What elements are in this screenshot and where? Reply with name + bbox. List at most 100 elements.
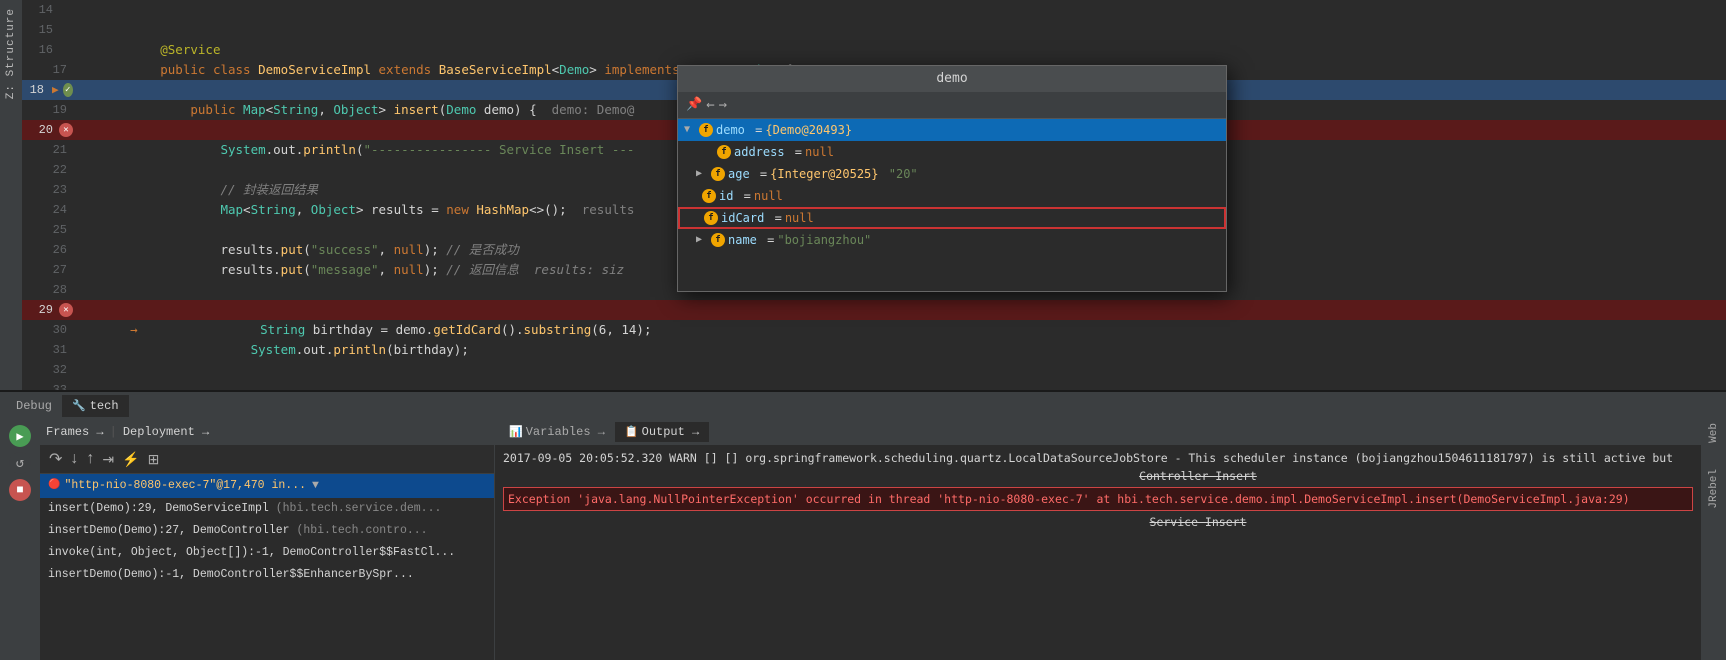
line-31: 31 (22, 340, 77, 360)
web-label[interactable]: Web (1708, 423, 1720, 443)
code-line-32 (77, 360, 1726, 380)
frame-item-active[interactable]: 🔴 "http-nio-8080-exec-7"@17,470 in... ▼ (40, 474, 494, 498)
field-name-address: address (734, 142, 785, 162)
frames-header: Frames → | Deployment → (40, 419, 494, 445)
bottom-tab-bar: Debug 🔧 tech (0, 392, 1726, 419)
expand-arrow-demo[interactable]: ▼ (684, 120, 696, 140)
field-eq-address: = (788, 142, 802, 162)
tooltip-row-demo[interactable]: ▼ f demo = {Demo@20493} (678, 119, 1226, 141)
tooltip-row-name[interactable]: ▶ f name = "bojiangzhou" (678, 229, 1226, 251)
output-service-insert: Service Insert (703, 513, 1693, 531)
step-into-btn[interactable]: ↓ (67, 449, 81, 469)
restore-layout-btn[interactable]: ⊞ (145, 450, 163, 469)
frames-label[interactable]: Frames → (46, 425, 104, 439)
frame-item-2[interactable]: insert(Demo):29, DemoServiceImpl (hbi.te… (40, 498, 494, 520)
frame-item-3[interactable]: insertDemo(Demo):27, DemoController (hbi… (40, 520, 494, 542)
line-27: 27 (22, 260, 77, 280)
variables-tab[interactable]: 📊 Variables → (499, 422, 615, 442)
field-eq-demo: = (748, 120, 762, 140)
tooltip-forward-icon[interactable]: → (719, 95, 727, 115)
tooltip-row-idcard[interactable]: f idCard = null (678, 207, 1226, 229)
line-25: 25 (22, 220, 77, 240)
deployment-label[interactable]: Deployment → (123, 425, 209, 439)
code-line-14 (77, 0, 1726, 20)
line-23: 23 (22, 180, 77, 200)
line-21: 21 (22, 140, 77, 160)
debug-tooltip: demo 📌 ← → ▼ f demo = {Demo@20493} (677, 65, 1227, 292)
line-32: 32 (22, 360, 77, 380)
line-14: 14 (22, 0, 77, 20)
field-str-age: "20" (882, 164, 918, 184)
field-eq-age: = (753, 164, 767, 184)
code-editor: @Service public class DemoServiceImpl ex… (77, 0, 1726, 390)
field-icon-id: f (702, 189, 716, 203)
refresh-btn[interactable]: ↺ (9, 452, 31, 474)
output-warn: 2017-09-05 20:05:52.320 WARN [] [] org.s… (503, 449, 1693, 467)
output-error: Exception 'java.lang.NullPointerExceptio… (503, 487, 1693, 511)
field-eq-id: = (736, 186, 750, 206)
field-name-idcard: idCard (721, 208, 764, 228)
bottom-content: ▶ ↺ ■ Frames → | Deployment → ↷ ↓ ↑ ⇥ ⚡ … (0, 419, 1726, 660)
variables-icon: 📊 (509, 425, 523, 439)
far-right-icons: Web JRebel (1701, 419, 1726, 660)
step-out-btn[interactable]: ↑ (83, 449, 97, 469)
tooltip-toolbar: 📌 ← → (678, 92, 1226, 119)
line-30: 30 (22, 320, 77, 340)
debug-controls-col: ▶ ↺ ■ (0, 419, 40, 660)
frames-panel: Frames → | Deployment → ↷ ↓ ↑ ⇥ ⚡ ⊞ 🔴 "h… (40, 419, 495, 660)
field-val-address: null (805, 142, 834, 162)
tab-tech[interactable]: 🔧 tech (62, 395, 129, 417)
line-18: 18 ▶ ✓ (22, 80, 77, 100)
field-val-age: {Integer@20525} (770, 164, 878, 184)
output-controller-insert: Controller Insert (703, 467, 1693, 485)
separator: | (110, 425, 117, 439)
tab-debug[interactable]: Debug (6, 395, 62, 417)
run-cursor-btn[interactable]: ⇥ (99, 450, 117, 469)
tooltip-content: ▼ f demo = {Demo@20493} f address = null (678, 119, 1226, 291)
field-name-id: id (719, 186, 733, 206)
field-name-name: name (728, 230, 757, 250)
evaluate-btn[interactable]: ⚡ (119, 450, 142, 469)
exec-arrow-line18: ▶ (50, 83, 61, 97)
rebel-label[interactable]: JRebel (1708, 469, 1720, 509)
frame-item-4[interactable]: invoke(int, Object, Object[]):-1, DemoCo… (40, 542, 494, 564)
output-tab[interactable]: 📋 Output → (615, 422, 709, 442)
field-val-name: "bojiangzhou" (777, 230, 871, 250)
tooltip-row-age[interactable]: ▶ f age = {Integer@20525} "20" (678, 163, 1226, 185)
tooltip-header: demo (678, 66, 1226, 92)
frame-dropdown-arrow[interactable]: ▼ (312, 477, 319, 495)
field-eq-idcard: = (767, 208, 781, 228)
expand-arrow-age[interactable]: ▶ (696, 164, 708, 184)
tooltip-row-id[interactable]: f id = null (678, 185, 1226, 207)
line-33: 33 (22, 380, 77, 390)
error-icon-20: ✕ (59, 123, 73, 137)
field-icon-address: f (717, 145, 731, 159)
stop-btn[interactable]: ■ (9, 479, 31, 501)
breakpoint-icon-18: ✓ (63, 83, 74, 97)
step-over-btn[interactable]: ↷ (46, 448, 65, 470)
resume-btn[interactable]: ▶ (9, 425, 31, 447)
field-val-demo: {Demo@20493} (765, 120, 852, 140)
tooltip-back-icon[interactable]: ← (706, 95, 714, 115)
line-19: 19 (22, 100, 77, 120)
tooltip-pin-icon[interactable]: 📌 (686, 95, 702, 115)
right-tabs: 📊 Variables → 📋 Output → (495, 419, 1701, 445)
frames-list: 🔴 "http-nio-8080-exec-7"@17,470 in... ▼ … (40, 474, 494, 660)
code-line-15: @Service (77, 20, 1726, 40)
tooltip-title: demo (936, 69, 967, 89)
output-icon: 📋 (625, 425, 639, 439)
field-val-id: null (754, 186, 783, 206)
field-name-age: age (728, 164, 750, 184)
tech-tab-icon: 🔧 (72, 399, 86, 413)
structure-label[interactable]: Z: Structure (5, 8, 17, 99)
line-17: 17 (22, 60, 77, 80)
field-eq-name: = (760, 230, 774, 250)
frame-item-5[interactable]: insertDemo(Demo):-1, DemoController$$Enh… (40, 564, 494, 586)
code-line-16: public class DemoServiceImpl extends Bas… (77, 40, 1726, 60)
tooltip-row-address[interactable]: f address = null (678, 141, 1226, 163)
structure-panel: Z: Structure (0, 0, 22, 390)
expand-arrow-name[interactable]: ▶ (696, 230, 708, 250)
frame-icon-active: 🔴 (48, 477, 60, 495)
line-22: 22 (22, 160, 77, 180)
field-icon-name: f (711, 233, 725, 247)
